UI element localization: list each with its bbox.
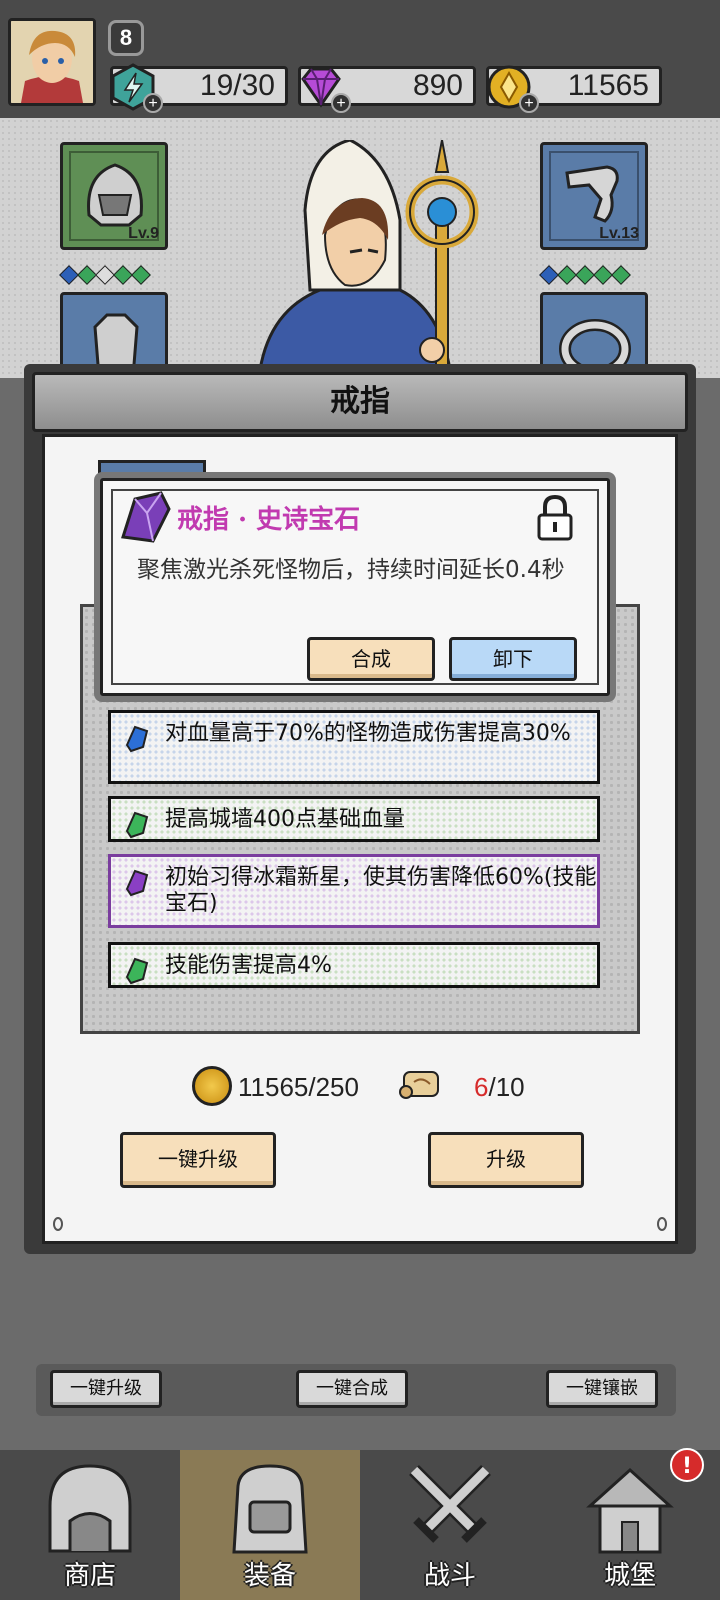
nav-equipment[interactable]: 装备 [180, 1450, 360, 1600]
gem-row-4[interactable]: 技能伤害提高4% [108, 942, 600, 988]
gold-cost: 11565/250 [238, 1072, 359, 1102]
helmet-level: Lv.9 [128, 225, 159, 242]
gem-row-2[interactable]: 提高城墙400点基础血量 [108, 796, 600, 842]
one-click-upgrade-button[interactable]: 一键升级 [120, 1132, 276, 1188]
hero-portrait-icon [11, 21, 93, 103]
helmet-gem-slots [59, 265, 151, 285]
gloves-icon [565, 165, 619, 223]
add-gold-icon[interactable]: + [519, 93, 539, 113]
purple-gem-icon [125, 869, 149, 897]
gloves-slot[interactable]: Lv.13 [540, 142, 648, 250]
gem-row-3[interactable]: 初始习得冰霜新星，使其伤害降低60%(技能宝石) [108, 854, 600, 928]
gem-row-1-text: 对血量高于70%的怪物造成伤害提高30% [165, 721, 571, 746]
castle-alert-badge: ! [670, 1448, 704, 1482]
popup-title: 戒指 · 史诗宝石 [177, 505, 361, 535]
inlay-all-button[interactable]: 一键镶嵌 [546, 1370, 658, 1408]
gem-row-3-text: 初始习得冰霜新星，使其伤害降低60%(技能宝石) [165, 865, 597, 916]
energy-counter[interactable]: + 19/30 [110, 63, 288, 113]
nav-shop-label: 商店 [63, 1561, 116, 1591]
castle-icon [586, 1467, 674, 1554]
gold-value: 11565 [567, 69, 649, 102]
gem-row-4-text: 技能伤害提高4% [165, 953, 332, 978]
upgrade-button[interactable]: 升级 [428, 1132, 584, 1188]
gem-counter[interactable]: + 890 [298, 66, 476, 113]
epic-gem-icon [121, 491, 171, 543]
helmet-slot[interactable]: Lv.9 [60, 142, 168, 250]
gems-value: 890 [412, 69, 463, 102]
scroll-have: 6 [474, 1072, 489, 1102]
lock-icon[interactable] [535, 495, 575, 541]
energy-value: 19/30 [199, 69, 275, 102]
backpack-icon [232, 1464, 308, 1554]
swords-icon [409, 1465, 491, 1543]
player-level-badge: 8 [108, 20, 144, 56]
panel-title: 戒指 [32, 372, 688, 432]
blue-gem-icon [125, 725, 149, 753]
scroll-need: /10 [488, 1072, 525, 1102]
shop-icon [48, 1464, 132, 1553]
gloves-level: Lv.13 [599, 225, 639, 242]
nav-shop[interactable]: 商店 [0, 1450, 180, 1600]
gold-cost-icon [192, 1066, 232, 1106]
helmet-icon [87, 163, 143, 227]
nav-battle[interactable]: 战斗 [360, 1450, 540, 1600]
upgrade-all-button[interactable]: 一键升级 [50, 1370, 162, 1408]
gem-row-2-text: 提高城墙400点基础血量 [165, 807, 405, 832]
nav-castle-label: 城堡 [603, 1561, 656, 1591]
scroll-cost: 6/10 [474, 1072, 525, 1103]
unequip-button[interactable]: 卸下 [449, 637, 577, 681]
player-avatar[interactable] [8, 18, 96, 106]
gloves-gem-slots [539, 265, 631, 285]
green-gem-icon [125, 957, 149, 985]
add-gems-icon[interactable]: + [331, 93, 351, 113]
merge-button[interactable]: 合成 [307, 637, 435, 681]
gem-row-1[interactable]: 对血量高于70%的怪物造成伤害提高30% [108, 710, 600, 784]
hero-mage-illustration [258, 140, 479, 370]
gold-counter[interactable]: + 11565 [486, 65, 662, 113]
merge-all-button[interactable]: 一键合成 [296, 1370, 408, 1408]
nav-battle-label: 战斗 [423, 1561, 476, 1591]
add-energy-icon[interactable]: + [143, 93, 163, 113]
nav-equipment-label: 装备 [243, 1561, 296, 1591]
popup-description: 聚焦激光杀死怪物后，持续时间延长0.4秒 [137, 557, 565, 583]
gem-detail-popup: 戒指 · 史诗宝石 聚焦激光杀死怪物后，持续时间延长0.4秒 合成 卸下 [100, 478, 610, 696]
scroll-icon [399, 1071, 439, 1099]
green-gem-icon [125, 811, 149, 839]
